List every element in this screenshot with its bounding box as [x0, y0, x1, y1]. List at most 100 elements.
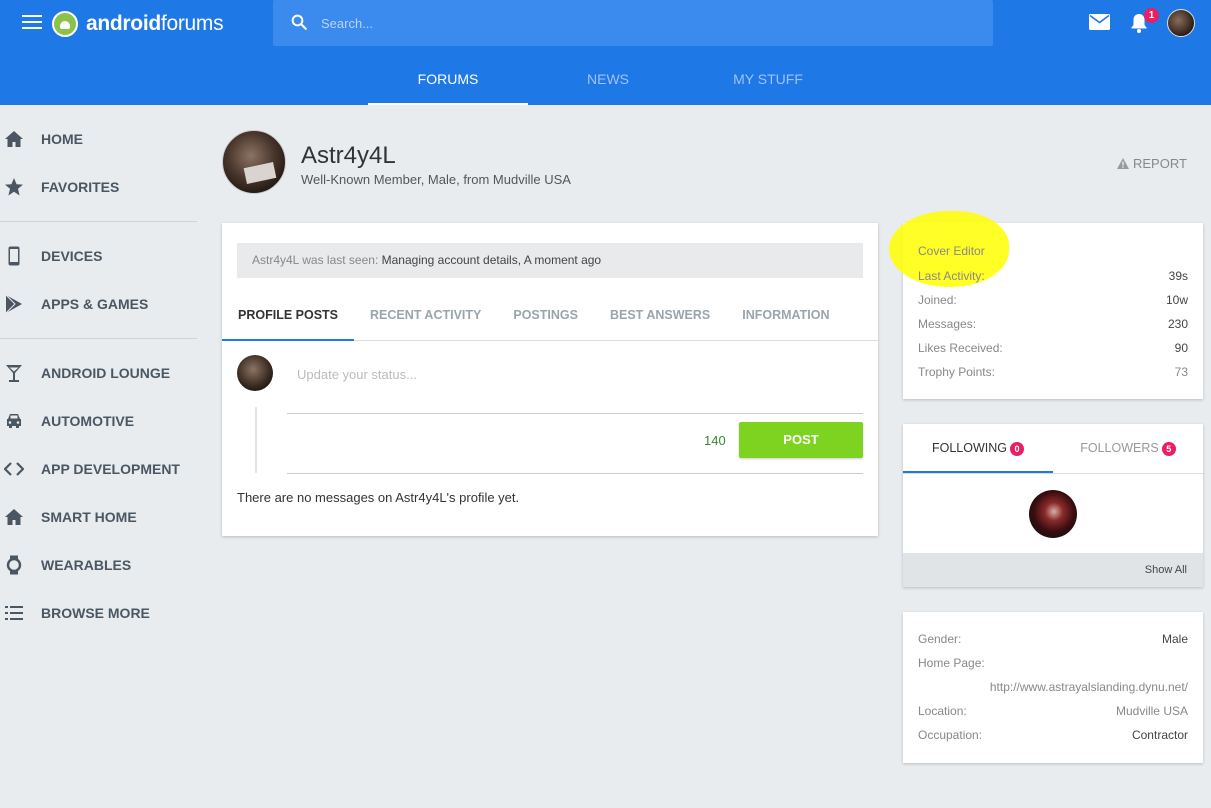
info-label: Location: — [918, 704, 967, 718]
search-icon[interactable] — [290, 13, 308, 31]
stat-label: Trophy Points: — [918, 365, 995, 379]
member-info-card: Gender: Male Home Page: http://www.astra… — [903, 612, 1203, 763]
follow-tabs: FOLLOWING 0 FOLLOWERS 5 — [903, 424, 1203, 474]
stat-value[interactable]: 230 — [1168, 317, 1188, 331]
mail-icon[interactable] — [1089, 14, 1110, 30]
warning-icon — [1117, 158, 1129, 169]
tab-recent-activity[interactable]: RECENT ACTIVITY — [354, 301, 497, 341]
logo-text-light: forums — [160, 12, 224, 35]
following-count-badge: 0 — [1010, 441, 1024, 456]
sidebar-item-app-development[interactable]: APP DEVELOPMENT — [0, 445, 197, 493]
play-store-icon — [5, 294, 22, 314]
stat-joined: Joined: 10w — [918, 293, 1188, 307]
sidebar-item-label: ANDROID LOUNGE — [41, 365, 171, 381]
menu-icon[interactable] — [22, 15, 42, 31]
home-icon — [5, 131, 23, 147]
last-seen-bar: Astr4y4L was last seen: Managing account… — [237, 243, 863, 278]
sidebar-item-devices[interactable]: DEVICES — [0, 232, 197, 280]
sidebar-item-wearables[interactable]: WEARABLES — [0, 541, 197, 589]
star-icon — [5, 178, 23, 196]
search-bar — [273, 0, 993, 46]
stat-label: Last Activity: — [918, 269, 985, 283]
stat-value[interactable]: 73 — [1175, 365, 1188, 379]
stat-trophy-points: Trophy Points: 73 — [918, 365, 1188, 379]
tab-profile-posts[interactable]: PROFILE POSTS — [222, 301, 355, 341]
stat-last-activity: Last Activity: 39s — [918, 269, 1188, 283]
followers-count-badge: 5 — [1161, 441, 1176, 456]
sidebar-divider — [0, 338, 197, 339]
info-value[interactable]: Mudville USA — [1116, 704, 1188, 718]
stat-likes-received: Likes Received: 90 — [918, 341, 1188, 355]
sidebar-item-label: DEVICES — [41, 248, 103, 264]
info-label: Occupation: — [918, 728, 983, 742]
tab-followers[interactable]: FOLLOWERS 5 — [1053, 424, 1203, 473]
home-icon — [5, 509, 23, 525]
notification-badge: 1 — [1144, 8, 1159, 23]
sidebar-item-smart-home[interactable]: SMART HOME — [0, 493, 197, 541]
info-home-page: Home Page: — [918, 656, 1188, 670]
cocktail-icon — [6, 365, 22, 382]
user-avatar[interactable] — [1167, 9, 1195, 37]
tab-postings[interactable]: POSTINGS — [497, 301, 594, 341]
info-label: Home Page: — [918, 656, 985, 670]
profile-subtitle: Well-Known Member, Male, from Mudville U… — [301, 172, 571, 187]
show-all-bar: Show All — [903, 553, 1203, 587]
sidebar-item-label: APP DEVELOPMENT — [41, 461, 180, 477]
tab-my-stuff[interactable]: MY STUFF — [688, 60, 848, 105]
sidebar: HOME FAVORITES DEVICES APPS & GAMES ANDR… — [0, 115, 197, 637]
sidebar-item-label: AUTOMOTIVE — [41, 413, 135, 429]
sidebar-item-label: HOME — [41, 131, 83, 147]
sidebar-item-home[interactable]: HOME — [0, 115, 197, 163]
divider — [287, 473, 863, 474]
stat-label: Likes Received: — [918, 341, 1003, 355]
home-page-link[interactable]: http://www.astrayalslanding.dynu.net/ — [990, 680, 1188, 694]
info-occupation: Occupation: Contractor — [918, 728, 1188, 742]
tab-following-label: FOLLOWING — [931, 441, 1007, 455]
last-seen-value: Managing account details, A moment ago — [381, 253, 602, 267]
tab-information[interactable]: INFORMATION — [726, 301, 845, 341]
phone-icon — [8, 246, 20, 266]
tab-forums[interactable]: FORUMS — [368, 60, 528, 105]
tab-best-answers[interactable]: BEST ANSWERS — [594, 301, 726, 341]
status-avatar[interactable] — [237, 355, 273, 391]
post-button[interactable]: POST — [739, 422, 863, 458]
info-location: Location: Mudville USA — [918, 704, 1188, 718]
info-label: Gender: — [918, 632, 962, 646]
tab-following[interactable]: FOLLOWING 0 — [903, 424, 1053, 473]
android-logo-icon — [52, 11, 78, 37]
last-seen-prefix: Astr4y4L was last seen: — [252, 253, 379, 267]
profile-posts-card: Astr4y4L was last seen: Managing account… — [222, 223, 878, 536]
search-input[interactable] — [321, 10, 961, 36]
info-value: Male — [1161, 632, 1188, 646]
stat-label: Joined: — [918, 293, 957, 307]
thread-line — [255, 407, 257, 473]
tab-followers-label: FOLLOWERS — [1080, 441, 1159, 455]
sidebar-item-apps-games[interactable]: APPS & GAMES — [0, 280, 197, 328]
sidebar-item-label: SMART HOME — [41, 509, 137, 525]
top-bar: androidforums 1 FORUMS NEWS MY STUFF — [0, 0, 1211, 105]
stat-label: Messages: — [918, 317, 977, 331]
sidebar-item-browse-more[interactable]: BROWSE MORE — [0, 589, 197, 637]
code-icon — [4, 462, 24, 476]
sidebar-item-automotive[interactable]: AUTOMOTIVE — [0, 397, 197, 445]
list-icon — [5, 606, 23, 620]
status-input[interactable] — [287, 358, 863, 414]
character-count: 140 — [704, 433, 726, 448]
profile-avatar[interactable] — [222, 130, 286, 194]
following-user-avatar[interactable] — [1029, 490, 1077, 538]
sidebar-item-label: FAVORITES — [41, 179, 120, 195]
tab-news[interactable]: NEWS — [528, 60, 688, 105]
profile-tabs: PROFILE POSTS RECENT ACTIVITY POSTINGS B… — [222, 301, 878, 341]
sidebar-item-label: BROWSE MORE — [41, 605, 150, 621]
sidebar-item-favorites[interactable]: FAVORITES — [0, 163, 197, 211]
sidebar-divider — [0, 221, 197, 222]
sidebar-item-label: APPS & GAMES — [41, 296, 149, 312]
show-all-link[interactable]: Show All — [1145, 564, 1187, 576]
info-gender: Gender: Male — [918, 632, 1188, 646]
member-title-text: Cover Editor — [918, 244, 985, 258]
stat-value: 90 — [1174, 341, 1188, 355]
site-logo[interactable]: androidforums — [52, 10, 224, 38]
info-value: Contractor — [1131, 728, 1188, 742]
sidebar-item-android-lounge[interactable]: ANDROID LOUNGE — [0, 349, 197, 397]
report-button[interactable]: REPORT — [1117, 156, 1187, 171]
